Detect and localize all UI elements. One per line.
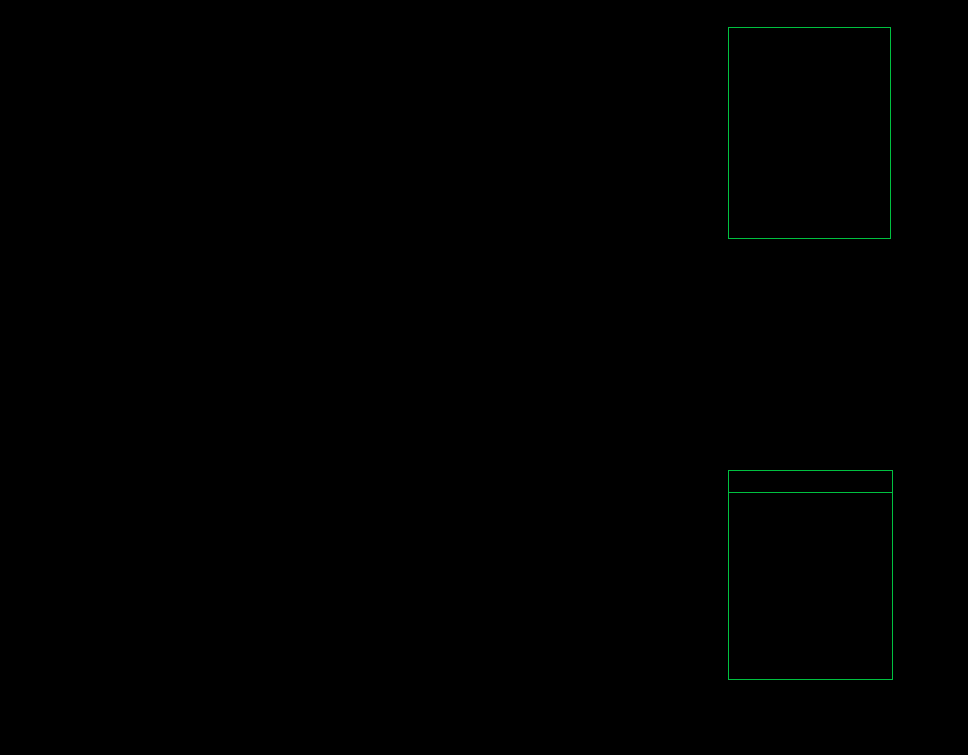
autoscala-rows [729, 53, 890, 238]
thumbnail-eliminate-reflections [338, 330, 590, 432]
aip-header [729, 471, 892, 493]
ionogram-bottom-plot-with-profile [0, 450, 730, 755]
autoscala-header [729, 28, 890, 53]
aip-output-table [728, 470, 893, 680]
autoscala-output-table [728, 27, 891, 239]
thumbnail-evidence-f2-trace [641, 330, 893, 432]
autoscala-screen [0, 0, 968, 755]
thumbnail-original-ionogram [35, 330, 287, 432]
ionogram-top-plot [0, 20, 730, 320]
